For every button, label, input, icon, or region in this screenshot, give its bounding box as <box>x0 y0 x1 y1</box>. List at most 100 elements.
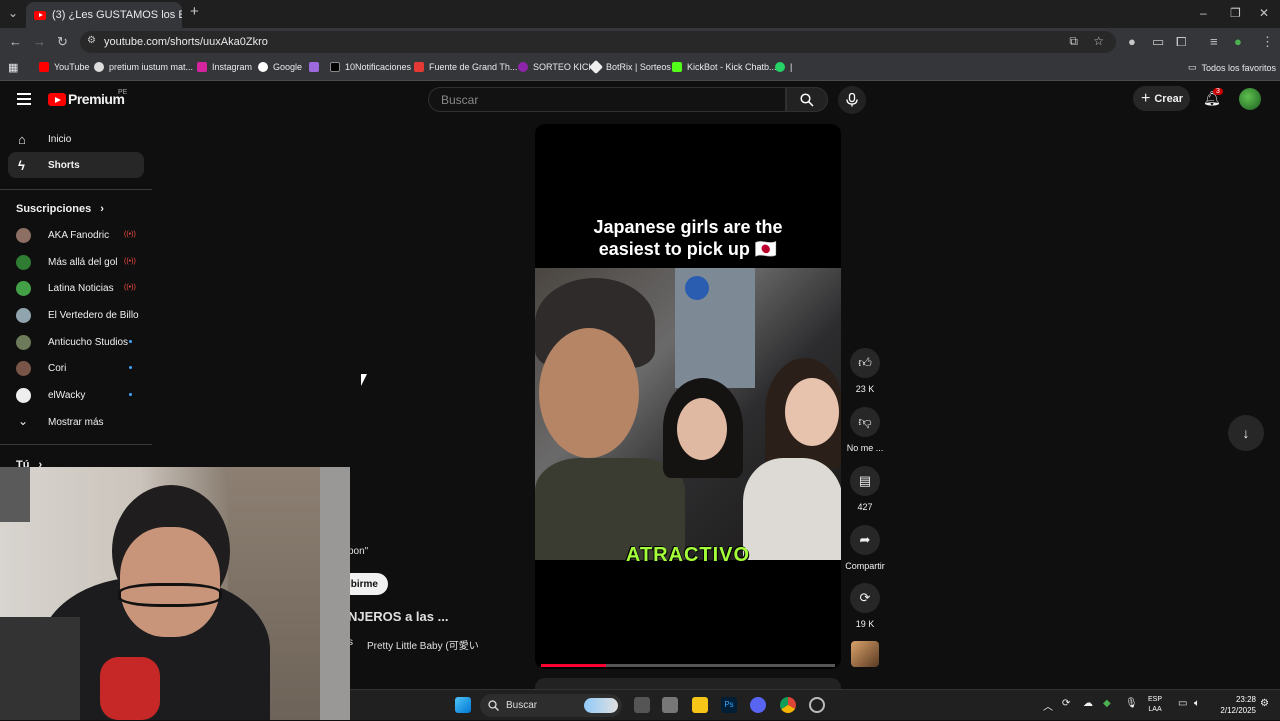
channel-avatar <box>16 361 31 376</box>
subscription-item[interactable]: El Vertedero de Billo <box>16 305 144 325</box>
share-button[interactable]: ➦ Compartir <box>844 525 886 571</box>
search-input[interactable]: Buscar <box>428 87 786 112</box>
volume-icon[interactable]: 🔈︎ <box>1194 698 1200 709</box>
chevron-up-icon[interactable]: ︿ <box>1043 698 1053 713</box>
bookmark-item[interactable]: Fuente de Grand Th... <box>414 62 517 72</box>
avatar[interactable] <box>1239 88 1261 110</box>
extension-icon[interactable]: ● <box>1128 34 1136 49</box>
arrow-down-icon: ↓ <box>1242 425 1250 441</box>
comments-button[interactable]: ▤ 427 <box>844 466 886 512</box>
network-icon[interactable]: ▭ <box>1178 698 1187 709</box>
photoshop-icon[interactable]: Ps <box>721 697 737 713</box>
extensions-puzzle-icon[interactable]: ⧠ <box>1176 34 1186 50</box>
subscriptions-heading[interactable]: Suscripciones › <box>16 203 104 215</box>
chrome-menu-icon[interactable]: ⋮ <box>1261 34 1274 50</box>
next-short-button[interactable]: ↓ <box>1228 415 1264 451</box>
chevron-right-icon: › <box>100 203 104 215</box>
cloud-icon[interactable]: ☁ <box>1083 698 1093 709</box>
youtube-logo-icon[interactable] <box>48 93 66 106</box>
voice-search-button[interactable] <box>838 86 866 114</box>
camera-icon <box>0 467 30 522</box>
bookmark-item[interactable]: SORTEO KICK <box>518 62 594 72</box>
like-button[interactable]: 👍︎ 23 K <box>844 348 886 394</box>
reload-icon[interactable]: ↻ <box>57 34 68 50</box>
premium-logo-text[interactable]: Premium <box>68 91 125 107</box>
search-highlight-icon <box>584 698 618 713</box>
sound-thumbnail[interactable] <box>851 641 879 667</box>
bookmark-star-icon[interactable]: ☆ <box>1093 34 1104 48</box>
bookmark-item[interactable]: Instagram <box>197 62 252 72</box>
show-more-button[interactable]: ⌄ Mostrar más <box>16 412 144 432</box>
tab-search-icon[interactable]: ⌄ <box>8 6 18 20</box>
windows-start-icon[interactable] <box>455 697 471 713</box>
task-view-icon[interactable] <box>634 697 650 713</box>
bookmark-item[interactable]: | <box>775 62 792 72</box>
subscription-item[interactable]: Latina Noticias ((•)) <box>16 278 144 298</box>
music-track[interactable]: Pretty Little Baby (可愛い <box>367 637 479 652</box>
dislike-button[interactable]: 👎︎ No me ... <box>844 407 886 453</box>
tab-title: (3) ¿Les GUSTAMOS los EXT <box>52 9 182 21</box>
forward-icon[interactable]: → <box>33 34 46 49</box>
file-explorer-icon[interactable] <box>692 697 708 713</box>
app-icon[interactable] <box>809 697 825 713</box>
video-progress-fill <box>541 664 606 667</box>
address-bar[interactable]: ⚙ youtube.com/shorts/uuxAka0Zkro ⧉ ☆ <box>80 31 1116 53</box>
language-indicator[interactable]: ESP LAA <box>1148 695 1162 715</box>
browser-tab-active[interactable]: (3) ¿Les GUSTAMOS los EXT 🔈 ✕ <box>26 2 182 28</box>
minimize-button[interactable]: – <box>1200 6 1207 20</box>
search-button[interactable] <box>786 87 828 112</box>
sidebar-item-shorts[interactable]: ϟ Shorts <box>8 152 144 178</box>
microphone-icon[interactable]: 🎙︎ <box>1125 698 1138 709</box>
menu-icon[interactable] <box>17 93 31 105</box>
apps-grid-icon[interactable]: ▦ <box>8 61 18 74</box>
close-window-button[interactable]: ✕ <box>1259 6 1269 20</box>
site-info-icon[interactable]: ⚙ <box>87 35 96 46</box>
discord-icon[interactable] <box>750 697 766 713</box>
tray-app-icon[interactable]: ◆ <box>1103 698 1111 709</box>
subscription-item[interactable]: Anticucho Studios <box>16 332 144 352</box>
new-content-dot <box>129 340 132 343</box>
new-tab-button[interactable]: + <box>190 3 199 20</box>
all-bookmarks-folder[interactable]: ▭ Todos los favoritos <box>1188 62 1276 73</box>
channel-avatar <box>16 228 31 243</box>
shorts-icon: ϟ <box>18 158 25 173</box>
chevron-down-icon: ⌄ <box>18 414 29 428</box>
subscription-item[interactable]: AKA Fanodric ((•)) <box>16 225 144 245</box>
bookmark-item[interactable]: BotRix | Sorteos <box>588 59 671 75</box>
create-button[interactable]: + Crear <box>1133 86 1190 111</box>
home-icon: ⌂ <box>18 132 26 147</box>
install-app-icon[interactable]: ⧉ <box>1069 34 1078 49</box>
app-icon[interactable] <box>662 697 678 713</box>
folder-icon: ▭ <box>1188 62 1197 72</box>
video-progress-bar[interactable] <box>541 664 835 667</box>
subscription-item[interactable]: Más allá del gol ((•)) <box>16 252 144 272</box>
bookmark-item[interactable]: 10Notificaciones <box>330 62 411 72</box>
video-overlay-word: ATRACTIVO <box>625 544 751 566</box>
taskbar-clock[interactable]: 23:28 2/12/2025 <box>1210 694 1256 716</box>
chrome-icon[interactable] <box>780 697 796 713</box>
url-text: youtube.com/shorts/uuxAka0Zkro <box>104 36 268 48</box>
subscription-item[interactable]: elWacky <box>16 385 144 405</box>
person-face <box>539 328 639 458</box>
live-icon: ((•)) <box>124 231 136 238</box>
restore-button[interactable]: ❐ <box>1230 6 1241 20</box>
profile-icon[interactable]: ● <box>1234 34 1242 49</box>
live-icon: ((•)) <box>124 258 136 265</box>
short-video-player[interactable]: Japanese girls are the easiest to pick u… <box>535 124 841 669</box>
tray-app-icon[interactable]: ⟳ <box>1062 698 1070 709</box>
subscription-item[interactable]: Cori <box>16 358 144 378</box>
bookmark-item[interactable]: KickBot - Kick Chatb... <box>672 62 777 72</box>
back-icon[interactable]: ← <box>9 34 22 49</box>
taskbar-search[interactable]: Buscar <box>480 694 622 717</box>
remix-button[interactable]: ⟳ 19 K <box>844 583 886 629</box>
person-face <box>120 527 220 637</box>
bookmark-item[interactable]: Google <box>258 62 302 72</box>
bookmark-item[interactable] <box>309 62 324 72</box>
extension-icon[interactable]: ▭ <box>1152 34 1164 50</box>
sidebar-item-inicio[interactable]: ⌂ Inicio <box>8 126 144 152</box>
bookmark-item[interactable]: YouTube <box>39 62 89 72</box>
bookmark-item[interactable]: pretium iustum mat... <box>94 62 193 72</box>
notification-center-icon[interactable]: ⚙ <box>1260 698 1269 709</box>
video-title-partial[interactable]: NJEROS a las ... <box>348 609 448 624</box>
media-control-icon[interactable]: ≡ <box>1210 34 1218 49</box>
